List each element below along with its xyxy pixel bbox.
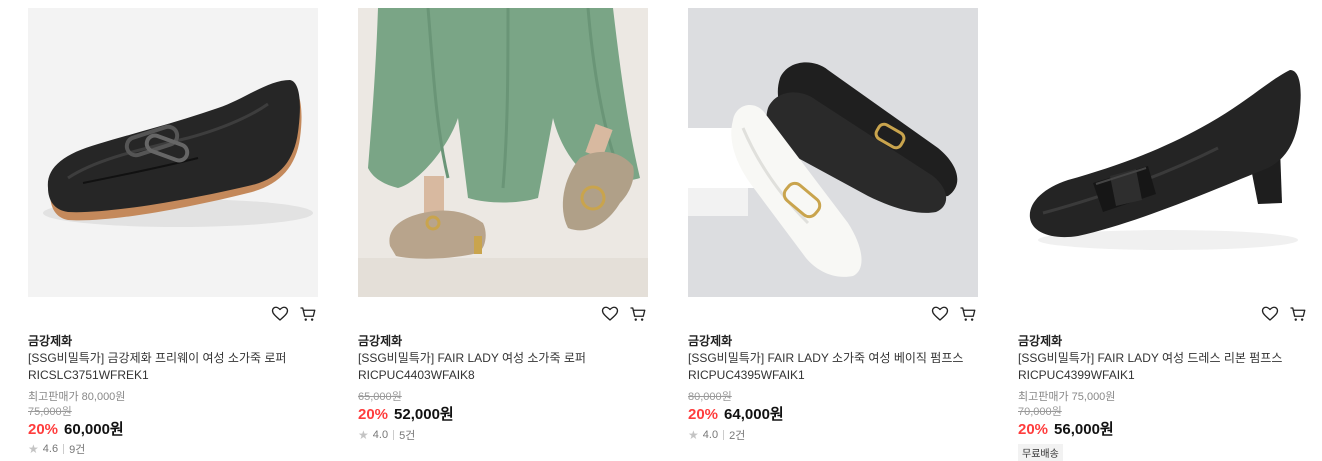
cart-icon[interactable]	[628, 304, 648, 324]
cart-icon[interactable]	[958, 304, 978, 324]
sale-price: 56,000원	[1054, 421, 1114, 438]
rating-score: 4.0	[702, 429, 719, 441]
heart-icon[interactable]	[930, 304, 950, 324]
rating: ★ 4.6 9건	[28, 441, 85, 457]
star-icon: ★	[688, 428, 699, 442]
original-price: 80,000원	[688, 391, 732, 403]
divider	[393, 430, 395, 440]
price-row: 20% 64,000원	[688, 403, 784, 424]
card-actions	[1260, 304, 1308, 324]
rating: ★ 4.0 5건	[358, 427, 415, 443]
max-price: 최고판매가 75,000원	[1018, 391, 1116, 403]
original-price: 65,000원	[358, 391, 402, 403]
product-title[interactable]: [SSG비밀특가] 금강제화 프리웨이 여성 소가죽 로퍼 RICSLC3751…	[28, 350, 313, 384]
product-title[interactable]: [SSG비밀특가] FAIR LADY 여성 드레스 리본 펌프스 RICPUC…	[1018, 350, 1303, 384]
card-actions	[270, 304, 318, 324]
sale-price: 64,000원	[724, 406, 784, 423]
price-row: 20% 56,000원	[1018, 418, 1114, 439]
review-count: 2건	[729, 430, 746, 442]
cart-icon[interactable]	[298, 304, 318, 324]
divider	[723, 430, 725, 440]
sale-price: 60,000원	[64, 421, 124, 438]
brand-name[interactable]: 금강제화	[28, 332, 72, 349]
divider	[63, 444, 65, 454]
star-icon: ★	[28, 442, 39, 456]
price-row: 20% 60,000원	[28, 418, 124, 439]
price-row: 20% 52,000원	[358, 403, 454, 424]
product-image-beige-loafer[interactable]	[358, 8, 648, 297]
brand-name[interactable]: 금강제화	[1018, 332, 1062, 349]
discount-rate: 20%	[688, 406, 719, 423]
product-card[interactable]: 금강제화 [SSG비밀특가] FAIR LADY 여성 소가죽 로퍼 RICPU…	[358, 8, 648, 452]
original-price: 75,000원	[28, 406, 72, 418]
brand-name[interactable]: 금강제화	[358, 332, 402, 349]
discount-rate: 20%	[1018, 421, 1049, 438]
card-actions	[930, 304, 978, 324]
review-count: 9건	[69, 444, 86, 456]
product-image-pumps-pair[interactable]	[688, 8, 978, 297]
product-image-bow-pump[interactable]	[1018, 8, 1308, 297]
product-image-black-loafer[interactable]	[28, 8, 318, 297]
free-shipping-badge: 무료배송	[1018, 444, 1063, 461]
heart-icon[interactable]	[1260, 304, 1280, 324]
brand-name[interactable]: 금강제화	[688, 332, 732, 349]
review-count: 5건	[399, 430, 416, 442]
star-icon: ★	[358, 428, 369, 442]
rating: ★ 4.0 2건	[688, 427, 745, 443]
original-price: 70,000원	[1018, 406, 1062, 418]
heart-icon[interactable]	[270, 304, 290, 324]
product-card[interactable]: 금강제화 [SSG비밀특가] FAIR LADY 여성 드레스 리본 펌프스 R…	[1018, 8, 1308, 461]
product-card[interactable]: 금강제화 [SSG비밀특가] 금강제화 프리웨이 여성 소가죽 로퍼 RICSL…	[28, 8, 318, 456]
rating-score: 4.6	[42, 443, 59, 455]
cart-icon[interactable]	[1288, 304, 1308, 324]
card-actions	[600, 304, 648, 324]
sale-price: 52,000원	[394, 406, 454, 423]
max-price: 최고판매가 80,000원	[28, 391, 126, 403]
product-title[interactable]: [SSG비밀특가] FAIR LADY 소가죽 여성 베이직 펌프스 RICPU…	[688, 350, 973, 384]
product-card[interactable]: 금강제화 [SSG비밀특가] FAIR LADY 소가죽 여성 베이직 펌프스 …	[688, 8, 978, 452]
discount-rate: 20%	[28, 421, 59, 438]
discount-rate: 20%	[358, 406, 389, 423]
rating-score: 4.0	[372, 429, 389, 441]
product-title[interactable]: [SSG비밀특가] FAIR LADY 여성 소가죽 로퍼 RICPUC4403…	[358, 350, 643, 384]
heart-icon[interactable]	[600, 304, 620, 324]
